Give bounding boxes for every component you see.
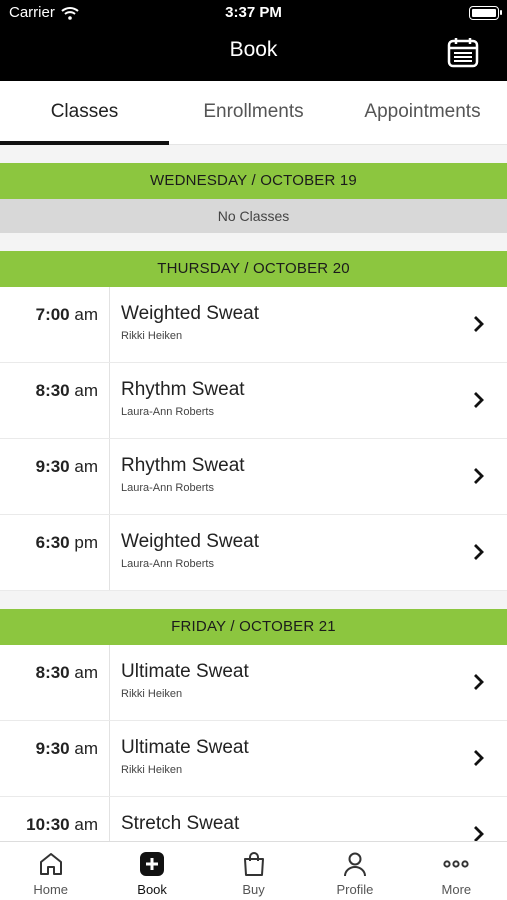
tab-book[interactable]: Book xyxy=(101,842,202,900)
person-icon xyxy=(343,852,366,877)
instructor-name: Rikki Heiken xyxy=(121,688,183,700)
chevron-right-icon xyxy=(474,316,484,332)
class-name: Rhythm Sweat xyxy=(121,379,245,400)
instructor-name: Laura-Ann Roberts xyxy=(121,558,214,570)
instructor-name: Rikki Heiken xyxy=(121,764,183,776)
more-dots-icon xyxy=(443,860,469,868)
class-row[interactable]: 8:30 am Rhythm Sweat Laura-Ann Roberts xyxy=(0,363,507,439)
class-name: Ultimate Sweat xyxy=(121,737,249,758)
class-time: 8:30 am xyxy=(0,645,110,720)
class-name: Rhythm Sweat xyxy=(121,455,245,476)
chevron-right-icon xyxy=(474,674,484,690)
day-header: WEDNESDAY / OCTOBER 19 xyxy=(0,163,507,199)
class-name: Ultimate Sweat xyxy=(121,661,249,682)
class-name: Stretch Sweat xyxy=(121,813,240,834)
tab-appointments[interactable]: Appointments xyxy=(338,81,507,144)
class-time: 7:00 am xyxy=(0,287,110,362)
chevron-right-icon xyxy=(474,826,484,841)
class-row[interactable]: 9:30 am Ultimate Sweat Rikki Heiken xyxy=(0,721,507,797)
tab-more[interactable]: More xyxy=(406,842,507,900)
class-row[interactable]: 7:00 am Weighted Sweat Rikki Heiken xyxy=(0,287,507,363)
shopping-bag-icon xyxy=(243,852,264,876)
status-time: 3:37 PM xyxy=(225,4,282,21)
calendar-icon[interactable] xyxy=(447,36,479,68)
class-row[interactable]: 10:30 am Stretch Sweat xyxy=(0,797,507,841)
day-header: FRIDAY / OCTOBER 21 xyxy=(0,609,507,645)
chevron-right-icon xyxy=(474,750,484,766)
tab-classes[interactable]: Classes xyxy=(0,81,169,145)
chevron-right-icon xyxy=(474,544,484,560)
class-time: 10:30 am xyxy=(0,797,110,841)
class-time: 6:30 pm xyxy=(0,515,110,590)
tab-home[interactable]: Home xyxy=(0,842,101,900)
segment-tabs: Classes Enrollments Appointments xyxy=(0,81,507,145)
tab-buy[interactable]: Buy xyxy=(203,842,304,900)
class-time: 9:30 am xyxy=(0,439,110,514)
chevron-right-icon xyxy=(474,468,484,484)
instructor-name: Laura-Ann Roberts xyxy=(121,482,214,494)
tab-label: Home xyxy=(33,882,69,897)
tab-label: Buy xyxy=(242,882,265,897)
plus-square-icon xyxy=(140,852,165,876)
tab-label: More xyxy=(441,882,472,897)
battery-icon xyxy=(469,6,502,20)
home-icon xyxy=(39,853,62,875)
status-bar: Carrier 3:37 PM xyxy=(0,0,507,26)
page-title: Book xyxy=(229,38,278,61)
no-classes-label: No Classes xyxy=(0,199,507,233)
chevron-right-icon xyxy=(474,392,484,408)
bottom-tab-bar: Home Book Buy Profile More xyxy=(0,841,507,900)
class-row[interactable]: 8:30 am Ultimate Sweat Rikki Heiken xyxy=(0,645,507,721)
class-row[interactable]: 6:30 pm Weighted Sweat Laura-Ann Roberts xyxy=(0,515,507,591)
instructor-name: Rikki Heiken xyxy=(121,330,183,342)
class-schedule[interactable]: WEDNESDAY / OCTOBER 19 No Classes THURSD… xyxy=(0,145,507,841)
tab-label: Book xyxy=(137,882,167,897)
tab-label: Profile xyxy=(336,882,374,897)
day-header: THURSDAY / OCTOBER 20 xyxy=(0,251,507,287)
class-time: 9:30 am xyxy=(0,721,110,796)
class-name: Weighted Sweat xyxy=(121,531,260,552)
instructor-name: Laura-Ann Roberts xyxy=(121,406,214,418)
class-name: Weighted Sweat xyxy=(121,303,260,324)
class-time: 8:30 am xyxy=(0,363,110,438)
tab-enrollments[interactable]: Enrollments xyxy=(169,81,338,144)
top-bar: Carrier 3:37 PM Book xyxy=(0,0,507,81)
tab-profile[interactable]: Profile xyxy=(304,842,405,900)
class-row[interactable]: 9:30 am Rhythm Sweat Laura-Ann Roberts xyxy=(0,439,507,515)
